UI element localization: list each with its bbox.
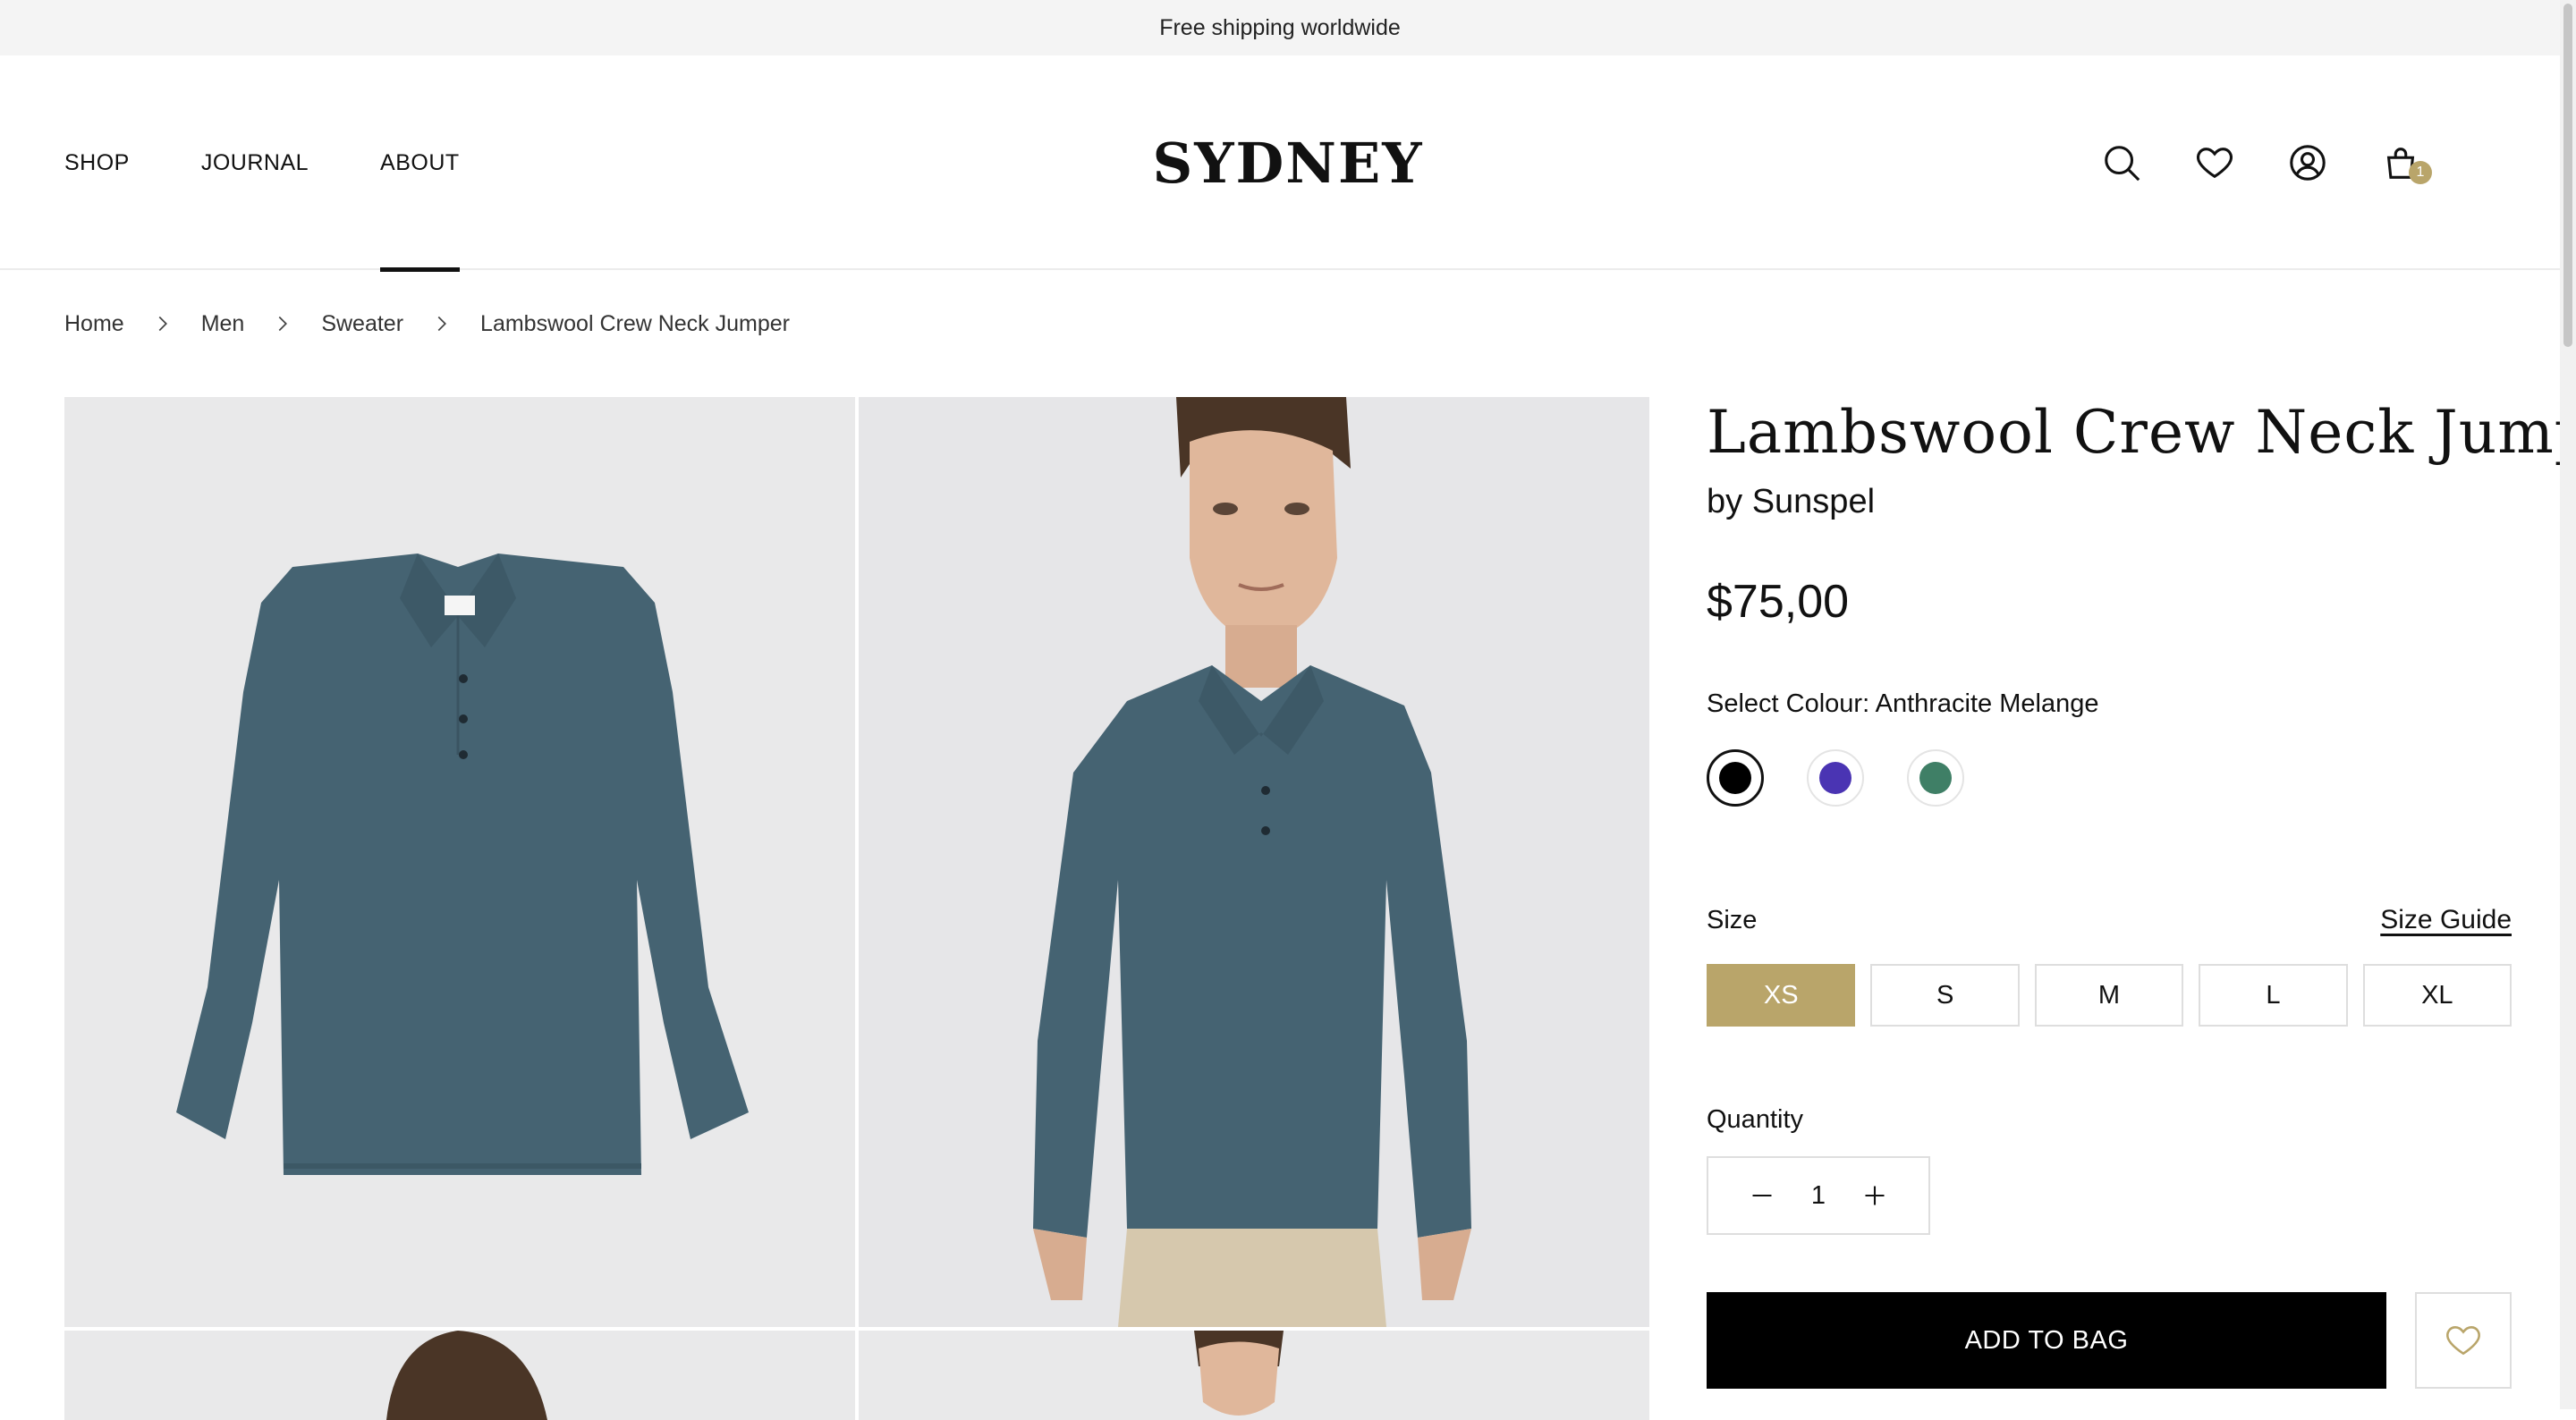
- plus-icon: [1865, 1186, 1885, 1205]
- add-to-wishlist-button[interactable]: [2415, 1292, 2512, 1389]
- sweater-flat-illustration: [176, 554, 749, 1175]
- nav-label: ABOUT: [380, 149, 460, 175]
- breadcrumb-home[interactable]: Home: [64, 311, 124, 337]
- nav-label: JOURNAL: [200, 149, 309, 175]
- size-options: XS S M L XL: [1707, 964, 2512, 1027]
- size-guide-link[interactable]: Size Guide: [2380, 905, 2512, 935]
- product-info: Lambswool Crew Neck Jumper by Sunspel $7…: [1707, 397, 2576, 1389]
- nav-label: SHOP: [64, 149, 130, 175]
- breadcrumb-current: Lambswool Crew Neck Jumper: [480, 310, 790, 336]
- announcement-text: Free shipping worldwide: [1159, 14, 1401, 40]
- site-logo[interactable]: SYDNEY: [1153, 55, 1422, 270]
- page-scrollbar[interactable]: [2560, 0, 2576, 1409]
- nav-item-about[interactable]: ABOUT: [380, 55, 460, 272]
- product-image-model[interactable]: [859, 397, 1649, 1327]
- chevron-right-icon: [157, 315, 169, 333]
- size-option-s[interactable]: S: [1870, 964, 2020, 1027]
- colour-swatches: [1707, 749, 2512, 807]
- size-option-xs[interactable]: XS: [1707, 964, 1856, 1027]
- quantity-increase-button[interactable]: [1862, 1183, 1887, 1208]
- chevron-right-icon: [276, 315, 289, 333]
- minus-icon: [1752, 1194, 1772, 1197]
- quantity-value[interactable]: 1: [1811, 1181, 1826, 1211]
- search-button[interactable]: [2075, 136, 2168, 190]
- swatch-green[interactable]: [1907, 749, 1964, 807]
- breadcrumb-sweater[interactable]: Sweater: [321, 311, 403, 337]
- heart-icon: [2197, 148, 2233, 179]
- heart-icon: [2446, 1326, 2480, 1356]
- account-button[interactable]: [2261, 136, 2354, 190]
- site-header: SHOP JOURNAL ABOUT SYDNEY 1: [0, 55, 2560, 272]
- breadcrumb: Home Men Sweater Lambswool Crew Neck Jum…: [64, 304, 790, 343]
- quantity-stepper: 1: [1707, 1156, 1930, 1235]
- announcement-bar: Free shipping worldwide: [0, 0, 2560, 55]
- search-icon: [2105, 146, 2140, 182]
- product-image-back[interactable]: [64, 1331, 855, 1420]
- swatch-color: [1919, 762, 1952, 794]
- product-title: Lambswool Crew Neck Jumper: [1707, 398, 2576, 467]
- product-price: $75,00: [1707, 576, 1850, 628]
- main-nav: SHOP JOURNAL ABOUT: [64, 55, 531, 272]
- scrollbar-thumb[interactable]: [2563, 4, 2572, 347]
- size-label: Size: [1707, 905, 1758, 934]
- size-header: Size Size Guide: [1707, 905, 2512, 935]
- colour-label: Select Colour: Anthracite Melange: [1707, 689, 2099, 718]
- quantity-label: Quantity: [1707, 1105, 1803, 1134]
- product-brand[interactable]: by Sunspel: [1707, 483, 2512, 521]
- product-image-flat[interactable]: [64, 397, 855, 1327]
- cart-button[interactable]: 1: [2354, 136, 2447, 190]
- swatch-color: [1719, 762, 1751, 794]
- wishlist-button[interactable]: [2168, 136, 2261, 190]
- size-option-m[interactable]: M: [2034, 964, 2184, 1027]
- quantity-decrease-button[interactable]: [1750, 1183, 1775, 1208]
- swatch-purple[interactable]: [1807, 749, 1864, 807]
- chevron-right-icon: [436, 315, 448, 333]
- model-small-illustration: [1194, 1331, 1284, 1416]
- purchase-actions: ADD TO BAG: [1707, 1292, 2512, 1389]
- product-gallery: [64, 397, 1649, 1420]
- cart-count-badge: 1: [2409, 161, 2432, 184]
- user-icon: [2290, 145, 2326, 181]
- hair-illustration: [386, 1331, 547, 1420]
- add-to-bag-button[interactable]: ADD TO BAG: [1707, 1292, 2386, 1389]
- nav-item-journal[interactable]: JOURNAL: [201, 55, 309, 270]
- swatch-black[interactable]: [1707, 749, 1764, 807]
- size-option-l[interactable]: L: [2199, 964, 2348, 1027]
- swatch-color: [1819, 762, 1852, 794]
- size-option-xl[interactable]: XL: [2362, 964, 2512, 1027]
- model-illustration: [1033, 397, 1471, 1327]
- nav-item-shop[interactable]: SHOP: [64, 55, 130, 270]
- header-icons: 1: [2075, 55, 2447, 270]
- breadcrumb-men[interactable]: Men: [201, 311, 245, 337]
- product-image-model-full[interactable]: [859, 1331, 1649, 1420]
